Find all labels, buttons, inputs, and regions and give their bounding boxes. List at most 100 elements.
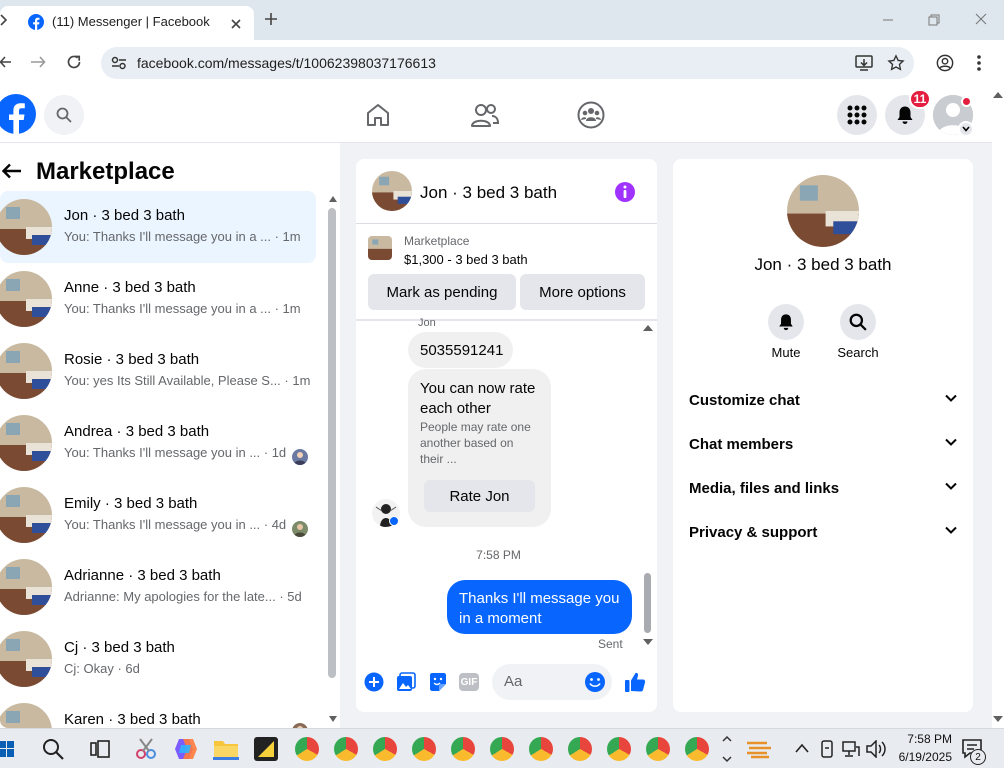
- conversation-item[interactable]: Cj · 3 bed 3 bath Cj: Okay · 6d: [0, 623, 316, 695]
- file-explorer-icon[interactable]: [213, 738, 239, 760]
- device-icon[interactable]: [820, 740, 834, 758]
- section-privacy-support[interactable]: Privacy & support: [689, 518, 957, 548]
- address-bar[interactable]: facebook.com/messages/t/1006239803717661…: [101, 47, 914, 79]
- clock-time[interactable]: 7:58 PM: [888, 732, 952, 746]
- home-icon[interactable]: [365, 102, 391, 128]
- chat-avatar[interactable]: [372, 171, 412, 211]
- url-text[interactable]: facebook.com/messages/t/1006239803717661…: [137, 55, 436, 71]
- copilot-icon[interactable]: [173, 737, 199, 761]
- section-label: Media, files and links: [689, 480, 840, 497]
- taskbar-search-icon[interactable]: [42, 738, 64, 760]
- sticky-app-icon[interactable]: [254, 737, 278, 761]
- account-chevron[interactable]: [958, 121, 974, 137]
- snipping-tool-icon[interactable]: [134, 737, 158, 761]
- chevron-down-icon: [945, 394, 957, 402]
- chrome-window-icon[interactable]: [646, 737, 670, 761]
- install-app-icon[interactable]: [855, 54, 873, 72]
- emoji-icon[interactable]: [584, 671, 606, 693]
- search-conversation-button[interactable]: [840, 304, 876, 340]
- widgets-weather-icon[interactable]: [745, 739, 773, 759]
- chat-title[interactable]: Jon · 3 bed 3 bath: [420, 183, 557, 203]
- search-button[interactable]: [44, 95, 84, 135]
- restore-icon[interactable]: [928, 14, 940, 26]
- gif-icon[interactable]: GIF: [459, 673, 479, 691]
- add-attachment-icon[interactable]: [364, 672, 384, 692]
- conversation-item[interactable]: Jon · 3 bed 3 bath You: Thanks I'll mess…: [0, 191, 316, 263]
- rate-button[interactable]: Rate Jon: [424, 480, 535, 512]
- conversation-item[interactable]: Rosie · 3 bed 3 bath You: yes Its Still …: [0, 335, 316, 407]
- like-thumb-icon[interactable]: [624, 671, 646, 693]
- tab-scroll-chevron-icon[interactable]: [0, 14, 8, 26]
- section-chat-members[interactable]: Chat members: [689, 430, 957, 460]
- conversation-item[interactable]: Andrea · 3 bed 3 bath You: Thanks I'll m…: [0, 407, 316, 479]
- conversation-item[interactable]: Emily · 3 bed 3 bath You: Thanks I'll me…: [0, 479, 316, 551]
- message-input[interactable]: Aa: [492, 664, 612, 700]
- conversation-scrollbar[interactable]: [328, 208, 336, 678]
- listing-thumbnail[interactable]: [368, 236, 392, 260]
- back-arrow-icon[interactable]: [2, 163, 22, 179]
- mark-as-pending-button[interactable]: Mark as pending: [368, 274, 516, 310]
- section-customize-chat[interactable]: Customize chat: [689, 386, 957, 416]
- section-media-files-links[interactable]: Media, files and links: [689, 474, 957, 504]
- conversation-item[interactable]: Karen · 3 bed 3 bath: [0, 695, 316, 728]
- close-tab-icon[interactable]: [230, 18, 242, 30]
- network-icon[interactable]: [842, 740, 860, 758]
- minimize-icon[interactable]: [882, 14, 894, 26]
- chat-scroll-down-icon[interactable]: [643, 639, 653, 645]
- browser-tab[interactable]: (11) Messenger | Facebook: [0, 6, 254, 40]
- chrome-window-icon[interactable]: [529, 737, 553, 761]
- scroll-up-icon[interactable]: [329, 196, 337, 202]
- clock-date[interactable]: 6/19/2025: [888, 750, 952, 764]
- chrome-window-icon[interactable]: [373, 737, 397, 761]
- page-scroll-down-icon[interactable]: [993, 716, 1003, 722]
- forward-icon[interactable]: [30, 55, 46, 69]
- back-icon[interactable]: [0, 55, 12, 69]
- chrome-window-icon[interactable]: [412, 737, 436, 761]
- chat-scroll-up-icon[interactable]: [643, 325, 653, 331]
- show-hidden-icons-icon[interactable]: [795, 743, 809, 753]
- windows-start-icon[interactable]: [0, 741, 14, 757]
- close-window-icon[interactable]: [975, 13, 987, 25]
- task-view-icon[interactable]: [90, 739, 110, 759]
- more-options-button[interactable]: More options: [520, 274, 645, 310]
- groups-icon[interactable]: [577, 101, 605, 129]
- page-scrollbar-track[interactable]: [992, 86, 1004, 728]
- info-icon[interactable]: [614, 181, 636, 203]
- chrome-window-icon[interactable]: [490, 737, 514, 761]
- mute-button[interactable]: [768, 304, 804, 340]
- chrome-window-icon[interactable]: [685, 737, 709, 761]
- scroll-down-icon[interactable]: [329, 716, 337, 722]
- taskbar-overflow-icon[interactable]: [722, 734, 732, 764]
- browser-menu-icon[interactable]: [976, 54, 982, 72]
- section-label: Customize chat: [689, 392, 800, 409]
- bookmark-star-icon[interactable]: [887, 54, 905, 72]
- photo-icon[interactable]: [396, 672, 416, 692]
- menu-button[interactable]: [837, 95, 877, 135]
- volume-icon[interactable]: [866, 740, 886, 758]
- listing-info[interactable]: $1,300 - 3 bed 3 bath: [404, 252, 528, 267]
- new-tab-icon[interactable]: [264, 12, 278, 26]
- chrome-window-icon[interactable]: [607, 737, 631, 761]
- panel-title: Marketplace: [36, 158, 175, 185]
- rating-card: You can now rate each other People may r…: [408, 369, 551, 527]
- chrome-window-icon[interactable]: [568, 737, 592, 761]
- page-scroll-up-icon[interactable]: [993, 92, 1003, 98]
- bell-icon: [897, 106, 913, 124]
- my-message-bubble[interactable]: Thanks I'll message you in a moment: [447, 580, 632, 634]
- facebook-logo-icon[interactable]: [0, 94, 36, 134]
- chrome-window-icon[interactable]: [334, 737, 358, 761]
- conversation-item[interactable]: Anne · 3 bed 3 bath You: Thanks I'll mes…: [0, 263, 316, 335]
- message-input-placeholder: Aa: [504, 673, 523, 690]
- friends-icon[interactable]: [471, 102, 499, 128]
- listing-avatar: [0, 559, 52, 615]
- conversation-item[interactable]: Adrianne · 3 bed 3 bath Adrianne: My apo…: [0, 551, 316, 623]
- contact-avatar[interactable]: [787, 175, 859, 247]
- reload-icon[interactable]: [66, 54, 82, 70]
- profile-icon[interactable]: [936, 54, 954, 72]
- chrome-window-icon[interactable]: [451, 737, 475, 761]
- message-bubble[interactable]: 5035591241: [408, 332, 513, 368]
- sticker-icon[interactable]: [428, 672, 448, 692]
- chat-scrollbar[interactable]: [644, 573, 651, 633]
- site-settings-icon[interactable]: [111, 56, 127, 70]
- chrome-window-icon[interactable]: [295, 737, 319, 761]
